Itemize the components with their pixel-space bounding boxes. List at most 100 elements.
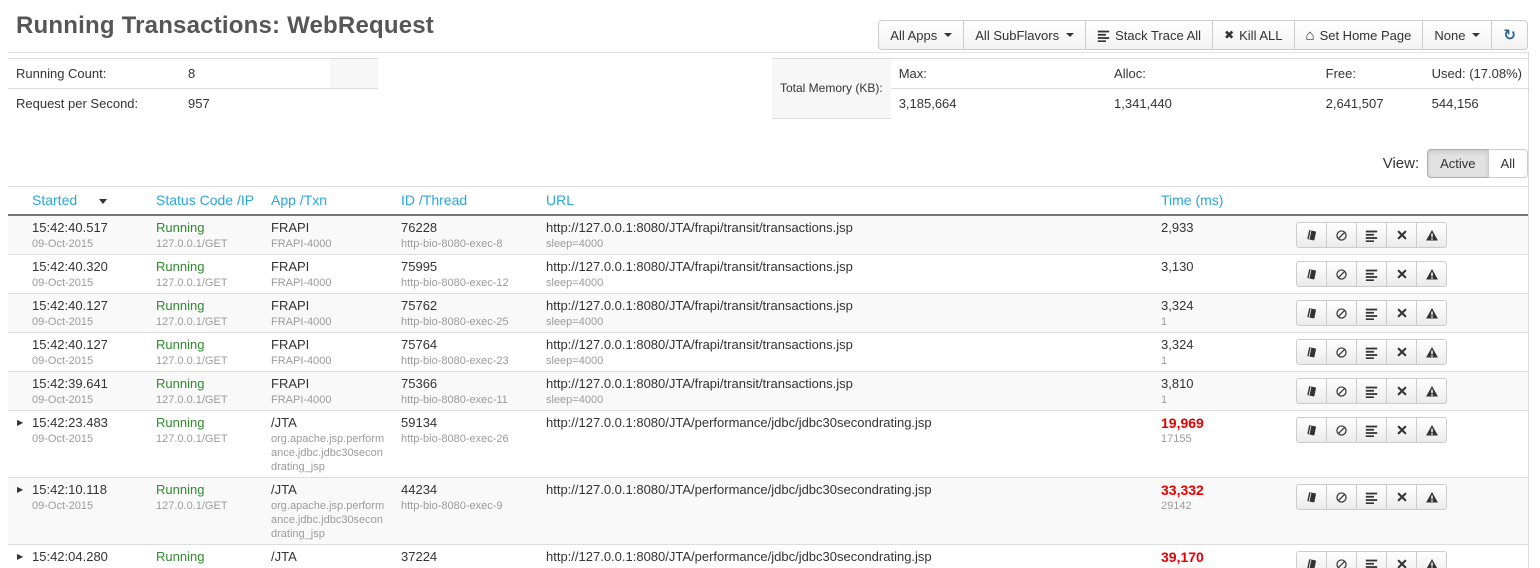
row-actions xyxy=(1296,484,1447,510)
started-date: 09-Oct-2015 xyxy=(32,315,140,329)
ban-button[interactable] xyxy=(1326,300,1357,326)
txn-thread: http-bio-8080-exec-9 xyxy=(401,499,530,513)
page-header: Running Transactions: WebRequest All App… xyxy=(8,0,1530,53)
refresh-button[interactable]: ↻ xyxy=(1491,20,1528,50)
kill-button[interactable] xyxy=(1386,378,1417,404)
warning-button[interactable] xyxy=(1416,339,1447,365)
time-value: 3,810 xyxy=(1161,376,1280,392)
kill-all-button[interactable]: ✖ Kill ALL xyxy=(1212,20,1294,50)
col-header-url[interactable]: URL xyxy=(538,187,1153,216)
cell-id: 75995 http-bio-8080-exec-12 xyxy=(393,255,538,294)
expand-row-icon[interactable]: ▶ xyxy=(17,485,23,494)
stack-trace-button[interactable] xyxy=(1356,484,1387,510)
stack-trace-icon xyxy=(1365,229,1378,242)
stack-trace-button[interactable] xyxy=(1356,551,1387,568)
book-icon xyxy=(1305,268,1318,281)
col-header-time[interactable]: Time (ms) xyxy=(1153,187,1288,216)
book-button[interactable] xyxy=(1296,222,1327,248)
ban-button[interactable] xyxy=(1326,551,1357,568)
time-sub-value: 29142 xyxy=(1161,499,1280,513)
kill-button[interactable] xyxy=(1386,261,1417,287)
cell-actions xyxy=(1288,215,1528,255)
book-button[interactable] xyxy=(1296,339,1327,365)
ban-button[interactable] xyxy=(1326,339,1357,365)
kill-button[interactable] xyxy=(1386,339,1417,365)
book-button[interactable] xyxy=(1296,551,1327,568)
url-params: sleep=4000 xyxy=(546,315,1145,329)
book-button[interactable] xyxy=(1296,300,1327,326)
kill-button[interactable] xyxy=(1386,417,1417,443)
expand-row-icon[interactable]: ▶ xyxy=(17,552,23,561)
kill-button[interactable] xyxy=(1386,300,1417,326)
ban-button[interactable] xyxy=(1326,484,1357,510)
warning-icon xyxy=(1425,307,1439,320)
ban-icon xyxy=(1335,424,1348,437)
none-dropdown-button[interactable]: None xyxy=(1422,20,1492,50)
stack-trace-icon xyxy=(1365,491,1378,504)
warning-button[interactable] xyxy=(1416,378,1447,404)
col-header-id[interactable]: ID /Thread xyxy=(393,187,538,216)
txn-thread: http-bio-8080-exec-8 xyxy=(401,237,530,251)
memory-used-value: 544,156 xyxy=(1424,89,1530,119)
stack-trace-button[interactable] xyxy=(1356,261,1387,287)
kill-button[interactable] xyxy=(1386,222,1417,248)
col-header-started[interactable]: Started xyxy=(8,187,148,216)
book-button[interactable] xyxy=(1296,484,1327,510)
stack-trace-button[interactable] xyxy=(1356,339,1387,365)
warning-button[interactable] xyxy=(1416,551,1447,568)
stack-trace-icon xyxy=(1365,424,1378,437)
x-icon xyxy=(1396,307,1408,319)
stack-trace-button[interactable] xyxy=(1356,222,1387,248)
all-apps-button[interactable]: All Apps xyxy=(878,20,964,50)
warning-button[interactable] xyxy=(1416,261,1447,287)
cell-actions xyxy=(1288,294,1528,333)
memory-free-label: Free: xyxy=(1318,59,1424,89)
page-title: Running Transactions: WebRequest xyxy=(16,12,434,40)
set-home-page-label: Set Home Page xyxy=(1320,28,1412,43)
cell-status: Running 127.0.0.1/GET xyxy=(148,215,263,255)
row-actions xyxy=(1296,551,1447,568)
warning-button[interactable] xyxy=(1416,222,1447,248)
view-all-button[interactable]: All xyxy=(1488,149,1528,178)
stack-trace-button[interactable] xyxy=(1356,300,1387,326)
ban-button[interactable] xyxy=(1326,222,1357,248)
stack-trace-button[interactable] xyxy=(1356,378,1387,404)
txn-thread: http-bio-8080-exec-25 xyxy=(401,315,530,329)
ban-button[interactable] xyxy=(1326,261,1357,287)
toolbar: All Apps All SubFlavors Stack Trace All … xyxy=(878,20,1528,50)
kill-button[interactable] xyxy=(1386,551,1417,568)
col-header-status[interactable]: Status Code /IP xyxy=(148,187,263,216)
app-name: FRAPI xyxy=(271,376,385,392)
book-button[interactable] xyxy=(1296,417,1327,443)
book-button[interactable] xyxy=(1296,378,1327,404)
view-active-button[interactable]: Active xyxy=(1427,149,1488,178)
col-header-app[interactable]: App /Txn xyxy=(263,187,393,216)
warning-button[interactable] xyxy=(1416,300,1447,326)
all-subflavors-button[interactable]: All SubFlavors xyxy=(963,20,1086,50)
cell-status: Running 127.0.0.1/GET xyxy=(148,333,263,372)
ban-button[interactable] xyxy=(1326,417,1357,443)
stack-trace-button[interactable] xyxy=(1356,417,1387,443)
expand-row-icon[interactable]: ▶ xyxy=(17,418,23,427)
book-button[interactable] xyxy=(1296,261,1327,287)
warning-button[interactable] xyxy=(1416,417,1447,443)
url-text: http://127.0.0.1:8080/JTA/frapi/transit/… xyxy=(546,376,1145,392)
stack-trace-all-button[interactable]: Stack Trace All xyxy=(1085,20,1213,50)
url-text: http://127.0.0.1:8080/JTA/frapi/transit/… xyxy=(546,259,1145,275)
cell-time: 3,130 xyxy=(1153,255,1288,294)
home-icon: ⌂ xyxy=(1306,28,1315,43)
cell-status: Running 127.0.0.1/GET xyxy=(148,294,263,333)
status-running: Running xyxy=(156,259,255,275)
warning-button[interactable] xyxy=(1416,484,1447,510)
time-value: 2,933 xyxy=(1161,220,1280,236)
transactions-tbody: ▶ 15:42:40.517 09-Oct-2015 Running 127.0… xyxy=(8,215,1528,568)
cell-url: http://127.0.0.1:8080/JTA/performance/jd… xyxy=(538,411,1153,478)
cell-app: FRAPI FRAPI-4000 xyxy=(263,372,393,411)
set-home-page-button[interactable]: ⌂ Set Home Page xyxy=(1294,20,1424,50)
ban-button[interactable] xyxy=(1326,378,1357,404)
status-running: Running xyxy=(156,482,255,498)
app-txn: FRAPI-4000 xyxy=(271,354,385,368)
cell-app: FRAPI FRAPI-4000 xyxy=(263,333,393,372)
kill-button[interactable] xyxy=(1386,484,1417,510)
cell-url: http://127.0.0.1:8080/JTA/performance/jd… xyxy=(538,545,1153,568)
